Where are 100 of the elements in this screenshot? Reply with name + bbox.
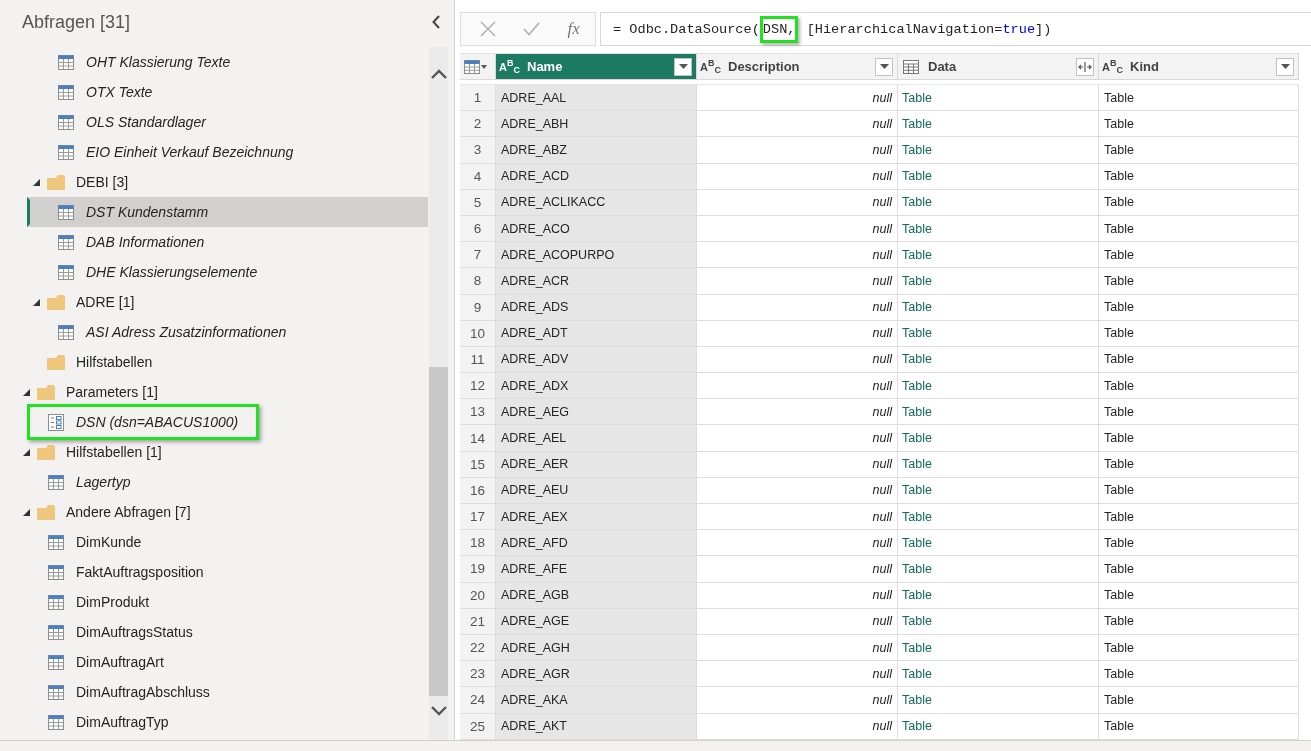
table-cell: Table	[898, 634, 1099, 661]
query-item[interactable]: DimAuftragArt	[27, 647, 428, 677]
table-cell: ADRE_AFD	[496, 530, 697, 556]
folder-item[interactable]: Hilfstabellen	[18, 347, 428, 377]
table-cell: ADRE_ADS	[496, 294, 697, 320]
row-number: 25	[460, 713, 496, 739]
row-number: 23	[460, 661, 496, 687]
row-number: 14	[460, 425, 496, 451]
table-cell: Table	[1099, 189, 1299, 215]
table-icon	[58, 234, 74, 250]
table-cell: ADRE_ABH	[496, 111, 697, 137]
table-cell: Table	[1099, 399, 1299, 425]
row-number: 19	[460, 556, 496, 582]
table-cell: Table	[898, 399, 1099, 425]
table-cell: Table	[1099, 320, 1299, 346]
scroll-down-icon[interactable]	[430, 706, 447, 716]
table-cell: null	[697, 215, 898, 242]
table-cell: null	[697, 242, 898, 268]
table-menu-button[interactable]	[462, 59, 489, 74]
table-cell: ADRE_AEX	[496, 504, 697, 530]
row-number: 16	[460, 477, 496, 503]
table-icon	[48, 684, 64, 700]
row-number: 11	[460, 346, 496, 373]
table-cell: null	[697, 661, 898, 687]
table-icon	[464, 59, 480, 74]
column-header[interactable]: A$^{B}$$_{C}$ Kind	[1099, 53, 1299, 79]
column-header[interactable]: Data	[898, 53, 1099, 79]
table-cell: ADRE_AAL	[496, 85, 697, 111]
filter-button[interactable]	[674, 57, 692, 76]
table-cell: Table	[1099, 530, 1299, 556]
expand-button[interactable]	[1076, 57, 1094, 76]
table-cell: Table	[898, 268, 1099, 294]
folder-item[interactable]: Parameters [1]	[18, 377, 428, 407]
table-cell: null	[697, 163, 898, 189]
folder-item[interactable]: DEBI [3]	[18, 167, 428, 197]
folder-item[interactable]: Hilfstabellen [1]	[18, 437, 428, 467]
table-cell: Table	[1099, 451, 1299, 477]
column-header[interactable]: A$^{B}$$_{C}$ Description	[697, 53, 898, 79]
table-cell: null	[697, 294, 898, 320]
expand-triangle-icon[interactable]	[33, 298, 40, 306]
table-cell: null	[697, 477, 898, 503]
table-cell: Table	[1099, 111, 1299, 137]
table-cell: Table	[898, 661, 1099, 687]
expand-triangle-icon[interactable]	[33, 178, 40, 186]
table-cell: Table	[1099, 608, 1299, 634]
row-number: 17	[460, 504, 496, 530]
table-cell: Table	[898, 85, 1099, 111]
table-cell: null	[697, 504, 898, 530]
table-cell: Table	[1099, 661, 1299, 687]
chevron-left-icon[interactable]	[432, 15, 440, 29]
row-number: 6	[460, 215, 496, 242]
scroll-up-icon[interactable]	[430, 69, 447, 79]
table-icon[interactable]	[903, 59, 919, 74]
folder-icon	[37, 444, 55, 460]
table-cell: Table	[898, 504, 1099, 530]
row-number: 5	[460, 189, 496, 215]
folder-item[interactable]: ADRE [1]	[18, 287, 428, 317]
table-cell: Table	[898, 477, 1099, 503]
row-number: 15	[460, 451, 496, 477]
scrollbar-thumb[interactable]	[429, 367, 448, 696]
table-icon	[58, 144, 74, 160]
table-cell: null	[697, 608, 898, 634]
query-item[interactable]: DimKunde	[27, 527, 428, 557]
table-cell: Table	[898, 163, 1099, 189]
expand-triangle-icon[interactable]	[23, 508, 30, 516]
table-cell: null	[697, 320, 898, 346]
table-cell: ADRE_ACLIKACC	[496, 189, 697, 215]
table-cell: Table	[898, 608, 1099, 634]
highlight-frame: DSN,	[759, 15, 799, 43]
table-cell: null	[697, 85, 898, 111]
table-cell: ADRE_AGH	[496, 634, 697, 661]
row-number: 1	[460, 85, 496, 111]
formula-field[interactable]: = Odbc.DataSource( DSN, [HierarchicalNavigation=true])	[600, 12, 1311, 46]
filter-button[interactable]	[875, 57, 893, 76]
parameter-icon	[48, 413, 64, 431]
table-icon	[48, 594, 64, 610]
folder-item[interactable]: Andere Abfragen [7]	[18, 497, 428, 527]
query-item[interactable]: DimAuftragsStatus	[27, 617, 428, 647]
caret-icon	[481, 64, 487, 69]
scrollbar[interactable]	[429, 47, 448, 740]
table-cell: ADRE_AGR	[496, 661, 697, 687]
expand-triangle-icon[interactable]	[23, 448, 30, 456]
expand-triangle-icon[interactable]	[23, 388, 30, 396]
table-cell: ADRE_AER	[496, 451, 697, 477]
table-cell: Table	[898, 373, 1099, 399]
table-cell: Table	[898, 556, 1099, 582]
query-item[interactable]: DimProdukt	[27, 587, 428, 617]
insert-function-button[interactable]: fx	[552, 14, 595, 44]
table-cell: Table	[898, 530, 1099, 556]
check-icon	[522, 22, 540, 36]
column-header[interactable]: A$^{B}$$_{C}$ Name	[496, 53, 697, 79]
query-item[interactable]: DimAuftragTyp	[27, 707, 428, 737]
row-number: 12	[460, 373, 496, 399]
table-cell: Table	[1099, 373, 1299, 399]
table-cell: Table	[1099, 713, 1299, 739]
filter-button[interactable]	[1276, 57, 1294, 76]
table-cell: Table	[898, 451, 1099, 477]
query-item[interactable]: FaktAuftragsposition	[27, 557, 428, 587]
query-item[interactable]: DimAuftragAbschluss	[27, 677, 428, 707]
expand-arrows-icon	[1078, 61, 1092, 72]
